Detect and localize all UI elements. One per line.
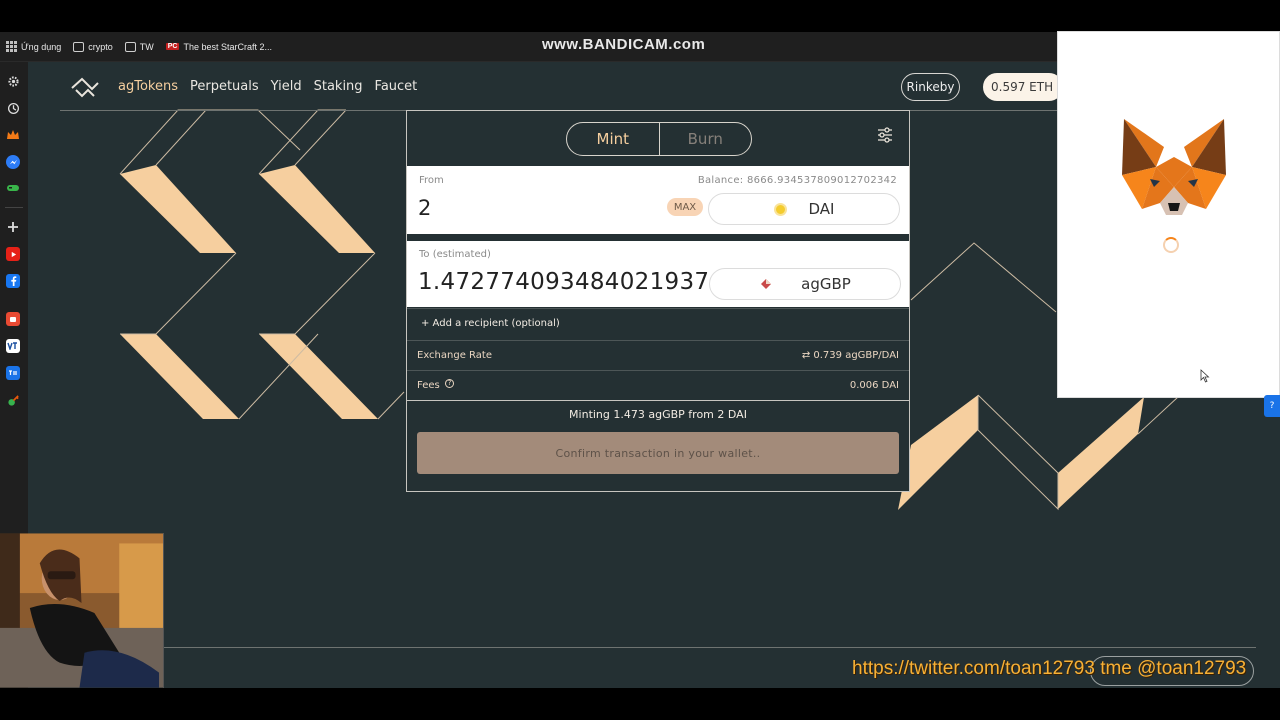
tab-mint[interactable]: Mint [567,123,660,155]
dai-coin-icon [773,202,787,216]
from-panel: From Balance: 8666.934537809012702342 2 … [407,166,909,234]
fees-value: 0.006 DAI [849,380,899,391]
footer-divider [164,647,1256,648]
to-token-label: agGBP [801,275,851,293]
add-icon[interactable] [6,220,20,234]
mouse-cursor-icon [1200,369,1210,383]
info-icon[interactable]: ? [445,379,454,388]
eth-balance-button[interactable]: 0.597 ETH [983,73,1063,101]
gamepad-icon[interactable] [6,181,20,195]
shopee-icon[interactable] [6,312,20,326]
loading-spinner [1163,237,1179,253]
agtoken-icon [761,279,772,289]
stream-watermark: https://twitter.com/toan12793 tme @toan1… [852,658,1247,679]
from-label: From [419,175,444,186]
to-token-select[interactable]: agGBP [709,268,901,300]
to-panel: To (estimated) 1.472774093484021937 agGB… [407,241,909,307]
key-icon[interactable] [6,393,20,407]
youtube-icon[interactable] [6,247,20,261]
fees-label: Fees [417,380,440,391]
webcam-overlay [0,533,164,688]
exchange-rate-label: Exchange Rate [417,350,492,361]
bookmark-label: crypto [88,41,113,52]
mint-burn-toggle: Mint Burn [566,122,752,156]
bookmark-label: Ứng dụng [21,41,62,52]
max-button[interactable]: MAX [667,198,703,216]
metamask-fox-icon [1122,119,1226,215]
browser-tab-strip [0,0,1280,32]
network-button[interactable]: Rinkeby [901,73,960,101]
confirm-wallet-button[interactable]: Confirm transaction in your wallet.. [417,432,899,474]
pc-site-icon: PC [165,43,180,50]
metamask-popup [1057,31,1280,398]
help-icon[interactable]: ? [1264,395,1280,417]
bookmark-label: The best StarCraft 2... [183,41,273,52]
tiki-icon[interactable] [6,366,20,380]
sliders-icon[interactable] [877,127,893,143]
history-icon[interactable] [6,101,20,115]
exchange-rate-row: Exchange Rate ⇄ 0.739 agGBP/DAI [407,340,909,370]
bookmark-starcraft[interactable]: PC The best StarCraft 2... [165,41,273,52]
bookmark-tw[interactable]: TW [124,41,154,52]
crown-icon[interactable] [6,128,20,142]
nav-yield[interactable]: Yield [271,79,302,94]
sidebar-divider [5,207,23,208]
to-label: To (estimated) [419,249,491,260]
tab-burn[interactable]: Burn [660,123,752,155]
balance-text: Balance: 8666.934537809012702342 [697,175,897,186]
mint-card: Mint Burn From Balance: 8666.93453780901… [406,110,910,492]
nav-perpetuals[interactable]: Perpetuals [190,79,259,94]
bookmark-apps[interactable]: Ứng dụng [6,41,61,52]
recorder-watermark: www.BANDICAM.com [542,36,706,53]
messenger-icon[interactable] [6,155,20,169]
nav-faucet[interactable]: Faucet [375,79,418,94]
screen: { "watermark_top": "www.BANDICAM.com", "… [0,0,1280,720]
bookmark-crypto[interactable]: crypto [73,41,113,52]
nav-staking[interactable]: Staking [314,79,363,94]
folder-icon [73,41,85,52]
facebook-icon[interactable] [6,274,20,288]
fees-row: Fees ? 0.006 DAI [407,370,909,400]
nav-agtokens[interactable]: agTokens [118,79,178,94]
minting-summary: Minting 1.473 agGBP from 2 DAI [569,408,747,421]
angle-logo-icon[interactable] [70,76,100,98]
settings-icon[interactable] [6,74,20,88]
to-amount-output: 1.472774093484021937 [418,269,710,295]
from-amount-input[interactable]: 2 [418,196,431,220]
apps-grid-icon [6,41,17,52]
vtv-icon[interactable] [6,339,20,353]
folder-icon [124,41,136,52]
add-recipient-row[interactable]: + Add a recipient (optional) [407,308,909,340]
from-token-select[interactable]: DAI [708,193,900,225]
exchange-rate-value[interactable]: ⇄ 0.739 agGBP/DAI [802,350,899,361]
add-recipient-link[interactable]: + Add a recipient (optional) [421,318,560,329]
main-nav: agTokens Perpetuals Yield Staking Faucet [118,79,417,94]
bookmark-label: TW [139,41,154,52]
from-token-label: DAI [808,200,835,218]
summary-section: Minting 1.473 agGBP from 2 DAI Confirm t… [407,400,909,491]
